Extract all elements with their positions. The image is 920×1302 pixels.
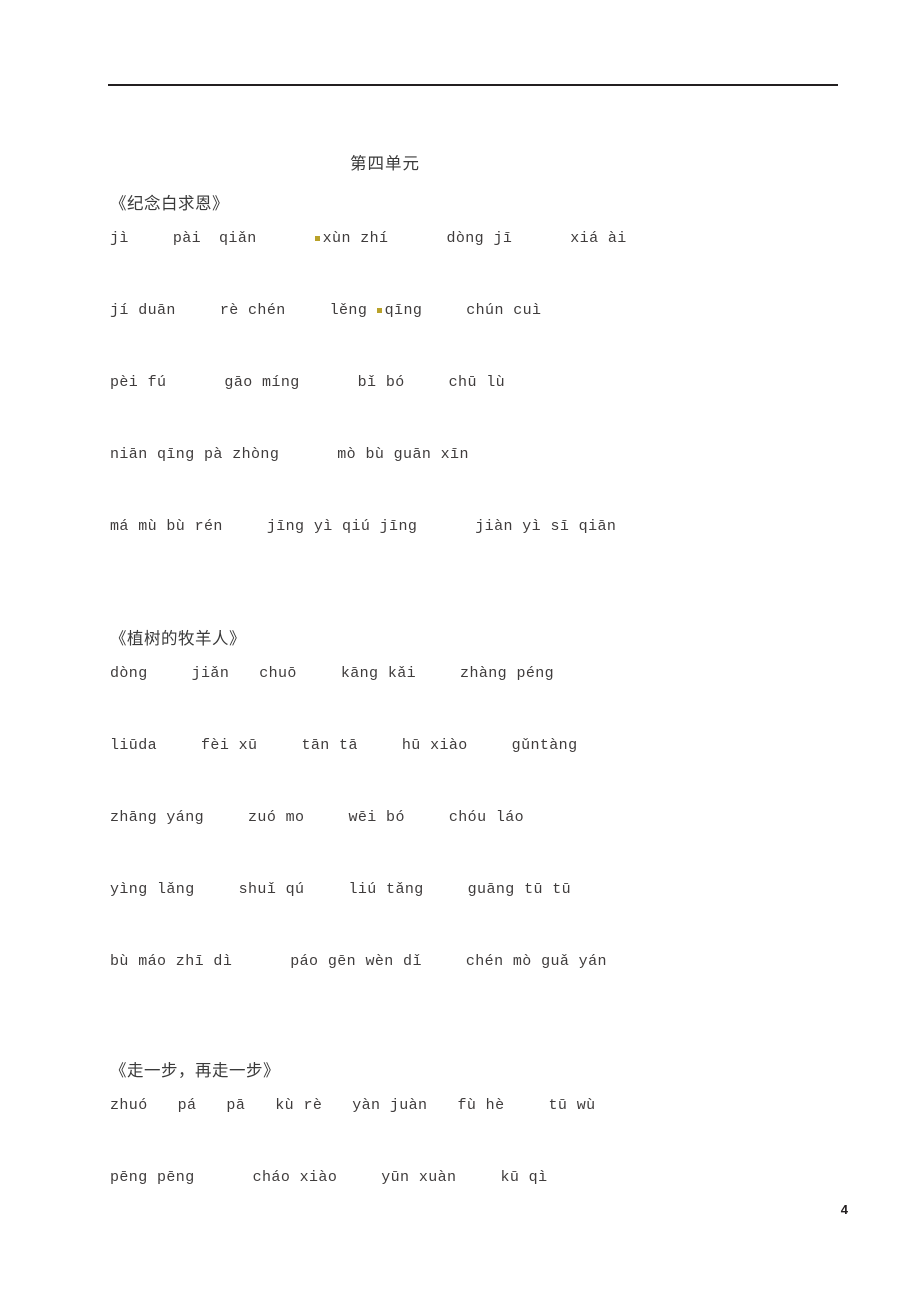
pinyin-line: má mù bù rén jīng yì qiú jīng jiàn yì sī q…: [110, 518, 616, 535]
pinyin-group: guāng tū tū: [467, 881, 572, 898]
pinyin-group: zuó mo: [248, 809, 305, 826]
section-heading: 《纪念白求恩》: [110, 194, 229, 213]
pinyin-group: bǐ bó: [357, 374, 405, 391]
pinyin-line: zhāng yáng zuó mo wēi bó chóu láo: [110, 809, 524, 826]
pinyin-group: qiǎn: [219, 230, 257, 247]
pinyin-group: yìng lǎng: [110, 881, 195, 898]
pinyin-group: kù rè: [275, 1097, 323, 1114]
pinyin-group: kū qì: [500, 1169, 548, 1186]
pinyin-group: fù hè: [457, 1097, 505, 1114]
pinyin-group: shuǐ qú: [238, 881, 305, 898]
pinyin-group: chuō: [259, 665, 297, 682]
pinyin-line: pēng pēng cháo xiào yūn xuàn kū qì: [110, 1169, 547, 1186]
pinyin-group: pài: [172, 230, 202, 247]
document-page: 第四单元 《纪念白求恩》 jì pài qiǎn xùn zhí dòng jī xiá à…: [0, 0, 920, 1302]
pinyin-group: tū wù: [548, 1097, 596, 1114]
pinyin-line: yìng lǎng shuǐ qú liú tǎng guāng tū tū: [110, 881, 571, 898]
pinyin-line: pèi fú gāo míng bǐ bó chū lù: [110, 374, 505, 391]
section-heading: 《走一步，再走一步》: [110, 1061, 280, 1080]
pinyin-group: chóu láo: [448, 809, 525, 826]
pinyin-group: kāng kǎi: [340, 665, 417, 682]
pinyin-group: yàn juàn: [352, 1097, 428, 1114]
pinyin-group: jīng yì qiú jīng: [266, 518, 418, 535]
pinyin-group: bù máo zhī dì: [110, 953, 233, 970]
pinyin-group: jiǎn: [191, 665, 230, 682]
pinyin-group: jì: [110, 230, 129, 247]
pinyin-group: zhāng yáng: [110, 809, 205, 826]
page-number: 4: [840, 1202, 848, 1217]
pinyin-group: liūda: [110, 737, 158, 754]
pinyin-group: chén mò guǎ yán: [465, 953, 607, 970]
pinyin-line: niān qīng pà zhòng mò bù guān xīn: [110, 446, 469, 463]
pinyin-line: dòng jiǎn chuō kāng kǎi zhàng péng: [110, 665, 554, 682]
unit-title: 第四单元: [350, 154, 420, 173]
emphasis-marker-icon: [376, 308, 382, 313]
emphasis-marker-icon: [314, 236, 320, 241]
pinyin-group: zhàng péng: [460, 665, 555, 682]
pinyin-group: niān qīng pà zhòng: [110, 446, 280, 463]
pinyin-group: mò bù guān xīn: [337, 446, 469, 463]
pinyin-line: bù máo zhī dì páo gēn wèn dǐ chén mò guǎ y…: [110, 953, 607, 970]
pinyin-group: pēng pēng: [110, 1169, 195, 1186]
pinyin-group: yūn xuàn: [381, 1169, 457, 1186]
pinyin-group: cháo xiào: [252, 1169, 338, 1186]
pinyin-group: xùn zhí: [322, 230, 389, 247]
pinyin-line: zhuó pá pā kù rè yàn juàn fù hè tū wù: [110, 1097, 596, 1114]
pinyin-group: páo gēn wèn dǐ: [290, 953, 422, 970]
pinyin-group: jí duān: [110, 302, 176, 319]
pinyin-group: dòng: [110, 665, 148, 682]
pinyin-group: rè chén: [219, 302, 286, 319]
pinyin-group: qīng: [384, 302, 423, 319]
section-heading: 《植树的牧羊人》: [110, 629, 246, 648]
pinyin-group: xiá ài: [570, 230, 627, 247]
pinyin-group: hū xiào: [401, 737, 468, 754]
pinyin-group: fèi xū: [201, 737, 258, 754]
pinyin-group: chū lù: [448, 374, 506, 391]
pinyin-group: lěng: [329, 302, 377, 319]
pinyin-group: gǔntàng: [511, 737, 578, 754]
pinyin-group: liú tǎng: [348, 881, 424, 898]
pinyin-group: chún cuì: [466, 302, 542, 319]
pinyin-line: liūda fèi xū tān tā hū xiào gǔntàng: [110, 737, 577, 754]
pinyin-group: gāo míng: [224, 374, 300, 391]
pinyin-group: dòng jī: [446, 230, 513, 247]
pinyin-group: pā: [226, 1097, 246, 1114]
header-divider-rule: [108, 84, 838, 86]
pinyin-group: wēi bó: [348, 809, 405, 826]
pinyin-group: zhuó: [110, 1097, 148, 1114]
pinyin-line: jì pài qiǎn xùn zhí dòng jī xiá ài: [110, 230, 627, 247]
pinyin-group: pèi fú: [110, 374, 167, 391]
pinyin-line: jí duān rè chén lěng qīng chún cuì: [110, 302, 541, 319]
pinyin-group: pá: [177, 1097, 197, 1114]
pinyin-group: má mù bù rén: [110, 518, 223, 535]
pinyin-group: tān tā: [301, 737, 358, 754]
pinyin-group: jiàn yì sī qiān: [475, 518, 617, 535]
